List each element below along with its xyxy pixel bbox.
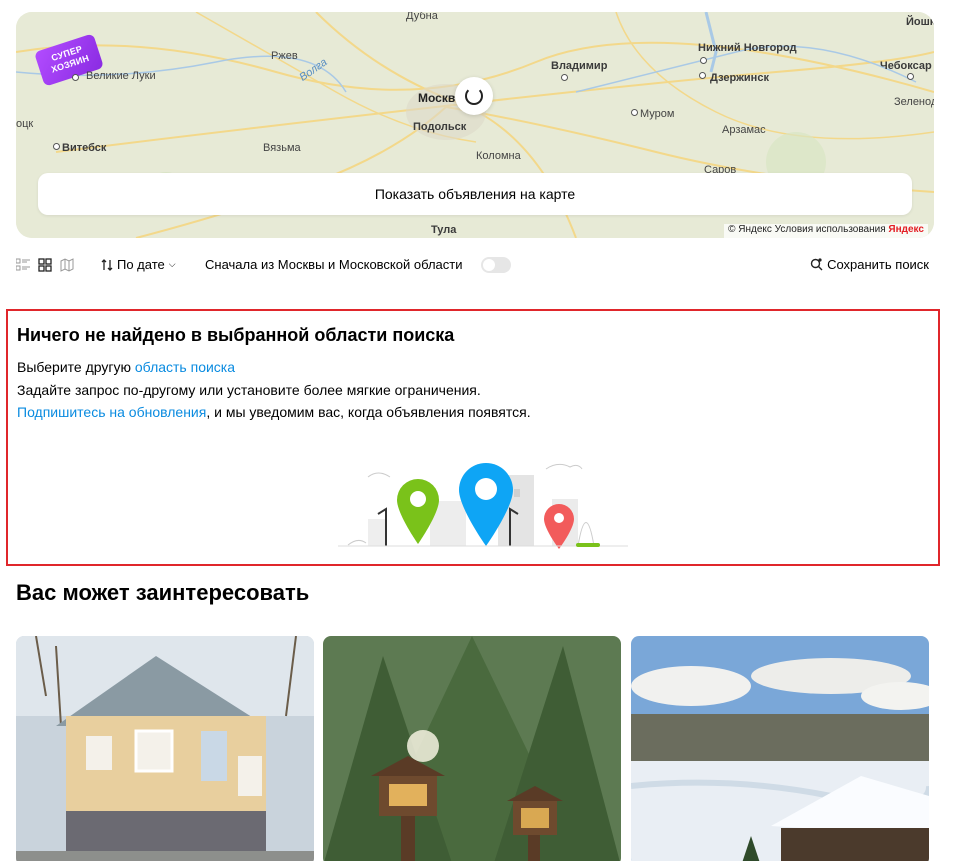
recommendation-card[interactable] [323, 636, 621, 861]
sort-arrows-icon [101, 258, 113, 271]
city-marker-icon [907, 73, 914, 80]
map-city-label: Дубна [406, 12, 438, 22]
house-photo [16, 636, 314, 861]
map-city-label: Подольск [413, 121, 467, 133]
map-city-label: Йошк [906, 16, 934, 28]
map-city-label: Витебск [62, 142, 107, 154]
map-city-label: Владимир [551, 60, 608, 72]
map-city-label: оцк [16, 118, 34, 130]
winter-lake-cabin-photo [631, 636, 929, 861]
recommendations-title: Вас может заинтересовать [16, 580, 310, 605]
map-city-label: Коломна [476, 150, 521, 162]
yandex-logo: Яндекс [888, 224, 924, 235]
search-bell-icon [810, 258, 823, 271]
map-city-label: Нижний Новгород [698, 42, 797, 54]
hint-text: , и мы уведомим вас, когда объявления по… [206, 404, 531, 420]
no-results-title: Ничего не найдено в выбранной области по… [17, 325, 455, 345]
map-city-label: Муром [640, 108, 675, 120]
empty-city-illustration [338, 463, 628, 549]
recommendation-card[interactable] [16, 636, 314, 861]
results-toolbar: По дате ⌵ Сначала из Москвы и Московской… [16, 254, 934, 278]
city-marker-icon [700, 57, 707, 64]
moscow-first-toggle[interactable] [481, 257, 511, 273]
no-results-hint-query: Задайте запрос по-другому или установите… [17, 382, 481, 398]
map-city-label: Тула [431, 224, 457, 236]
map-city-label: Вязьма [263, 142, 301, 154]
city-marker-icon [699, 72, 706, 79]
city-marker-icon [561, 74, 568, 81]
no-results-hint-area: Выберите другую область поиска [17, 359, 235, 375]
city-marker-icon [631, 109, 638, 116]
save-search-label: Сохранить поиск [827, 257, 929, 272]
loading-spinner [455, 77, 493, 115]
search-area-link[interactable]: область поиска [135, 359, 235, 375]
no-results-hint-subscribe: Подпишитесь на обновления, и мы уведомим… [17, 404, 531, 420]
chevron-down-icon: ⌵ [168, 259, 176, 269]
map-city-label: Чебоксар [880, 60, 932, 72]
map-city-label: Дзержинск [710, 72, 769, 84]
list-view-icon[interactable] [16, 258, 30, 272]
city-marker-icon [53, 143, 60, 150]
map-city-label-moscow: Москв [418, 91, 456, 105]
map-attribution[interactable]: © Яндекс Условия использования Яндекс [724, 224, 928, 238]
map-city-label: Ржев [271, 50, 298, 62]
recommendation-card[interactable] [631, 636, 929, 861]
grid-view-icon[interactable] [38, 258, 52, 272]
city-marker-icon [72, 74, 79, 81]
show-on-map-button[interactable]: Показать объявления на карте [38, 173, 912, 215]
sort-label: По дате [117, 257, 165, 272]
map-city-label: Зеленод [894, 96, 934, 108]
map-view-icon[interactable] [60, 258, 74, 272]
moscow-first-label: Сначала из Москвы и Московской области [205, 257, 463, 272]
toggle-knob [483, 259, 495, 271]
search-map[interactable]: СУПЕР ХОЗЯИН Дубна Великие Луки Ржев Вол… [16, 12, 934, 238]
no-results-panel: Ничего не найдено в выбранной области по… [6, 309, 940, 566]
spinner-icon [465, 87, 483, 105]
subscribe-link[interactable]: Подпишитесь на обновления [17, 404, 206, 420]
attribution-text[interactable]: © Яндекс Условия использования [728, 224, 886, 235]
map-city-label: Арзамас [722, 124, 766, 136]
sort-dropdown[interactable]: По дате ⌵ [101, 257, 176, 272]
garden-lanterns-photo [323, 636, 621, 861]
view-switcher [16, 258, 74, 272]
hint-text: Выберите другую [17, 359, 135, 375]
map-city-label: Великие Луки [86, 70, 156, 82]
save-search-button[interactable]: Сохранить поиск [810, 257, 929, 272]
